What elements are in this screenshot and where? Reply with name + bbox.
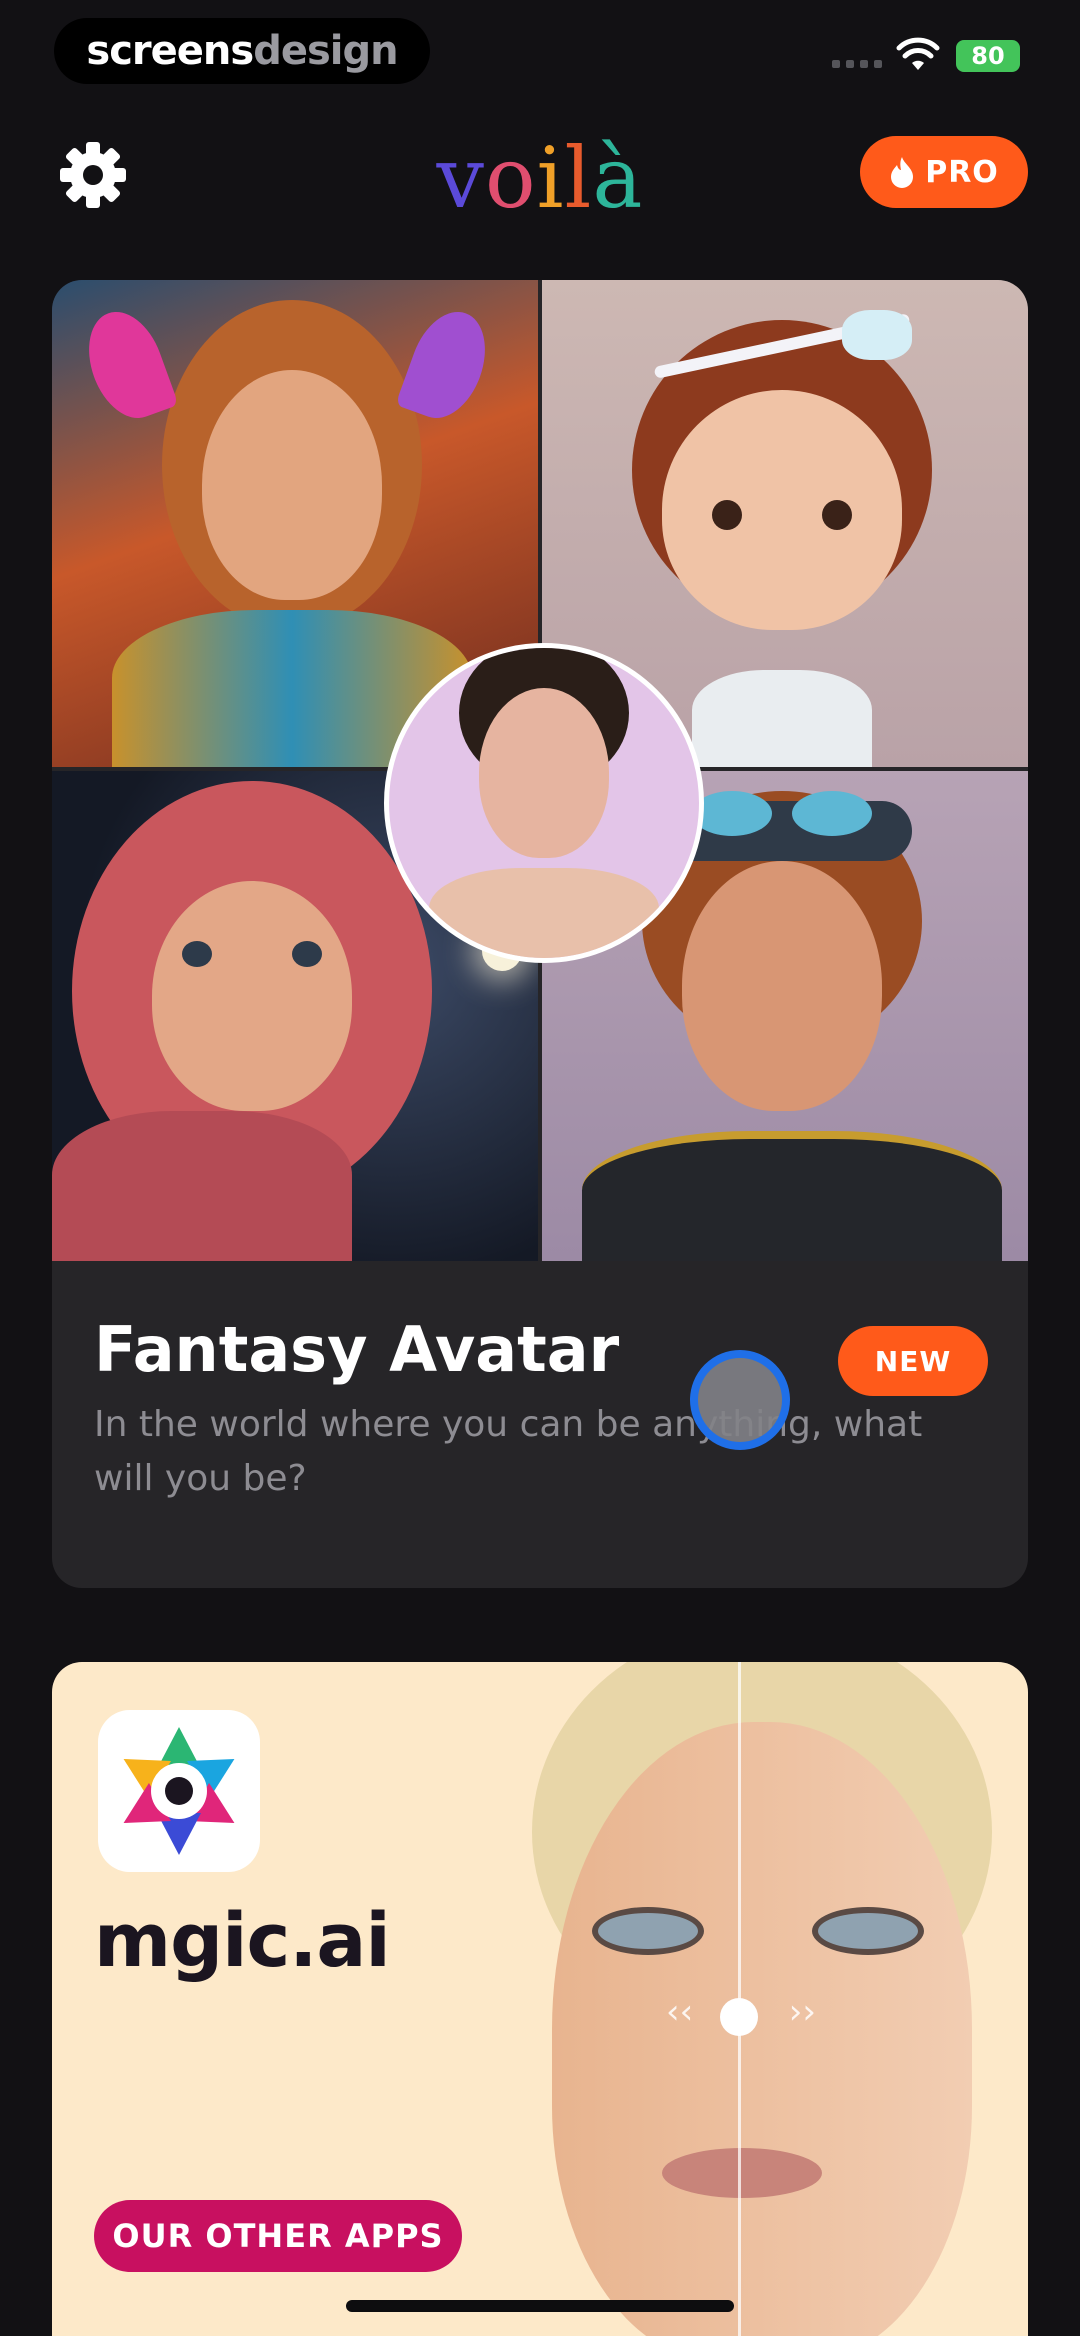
gear-icon[interactable] — [58, 140, 128, 210]
logo-letter: l — [564, 129, 593, 227]
new-badge: NEW — [838, 1326, 988, 1396]
fantasy-avatar-card[interactable]: Fantasy Avatar NEW In the world where yo… — [52, 280, 1028, 1588]
pro-button[interactable]: PRO — [860, 136, 1028, 208]
other-apps-button[interactable]: OUR OTHER APPS — [94, 2200, 462, 2272]
promo-app-name: mgic.ai — [94, 1898, 391, 1984]
watermark-part1: screens — [86, 28, 254, 74]
flame-icon — [891, 157, 914, 188]
source-portrait — [384, 643, 704, 963]
app-logo: voilà — [390, 128, 690, 228]
mgic-app-icon — [98, 1710, 260, 1872]
logo-letter: i — [536, 129, 565, 227]
battery-level: 80 — [971, 42, 1005, 70]
card-subtitle: In the world where you can be anything, … — [94, 1404, 923, 1499]
mgic-logo-icon — [123, 1727, 235, 1855]
card-title: Fantasy Avatar — [94, 1313, 620, 1386]
compare-slider-handle[interactable] — [720, 1998, 758, 2036]
compare-left-arrows: ‹‹ — [666, 1992, 694, 2032]
home-indicator[interactable] — [346, 2300, 734, 2312]
logo-letter: à — [592, 129, 644, 227]
cellular-signal-icon — [832, 60, 882, 68]
compare-right-arrows: ›› — [788, 1992, 816, 2032]
logo-letter: o — [485, 129, 537, 227]
pro-label: PRO — [925, 154, 999, 190]
mgic-promo-card[interactable]: ‹‹ ›› mgic.ai OUR OTHER APPS — [52, 1662, 1028, 2336]
touch-indicator — [690, 1350, 790, 1450]
screensdesign-watermark: screens design — [54, 18, 430, 84]
logo-letter: v — [436, 129, 486, 227]
battery-indicator: 80 — [956, 40, 1020, 72]
watermark-part2: design — [253, 28, 398, 74]
wifi-icon — [896, 37, 940, 70]
